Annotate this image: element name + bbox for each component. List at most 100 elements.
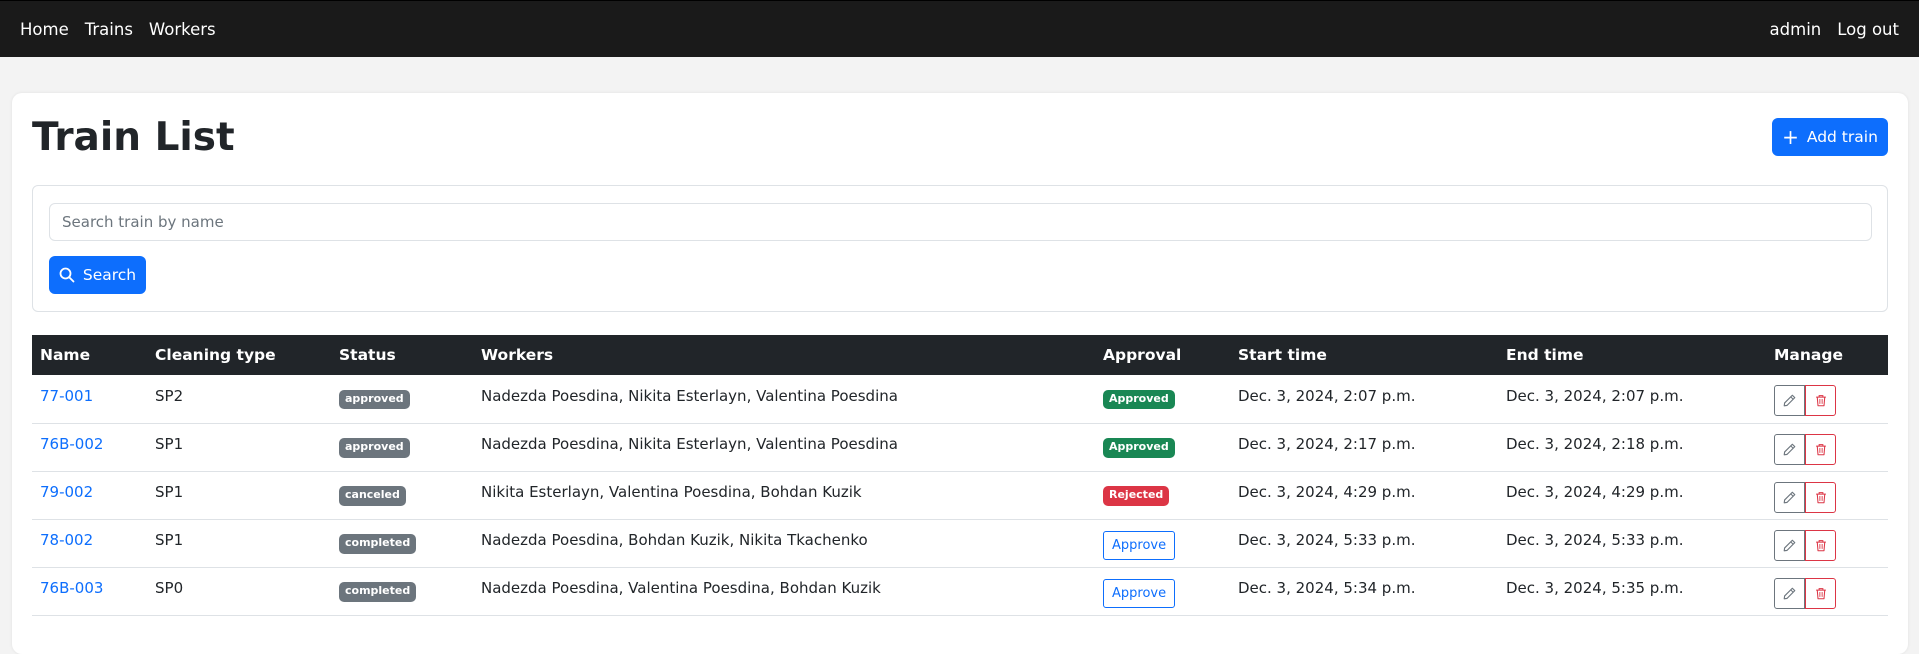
cleaning-type-text: SP1: [155, 483, 184, 501]
column-header-end-time: End time: [1506, 346, 1584, 364]
start-time-text: Dec. 3, 2024, 2:07 p.m.: [1238, 386, 1416, 405]
cell-start-time: Dec. 3, 2024, 2:17 p.m.: [1230, 423, 1498, 471]
table-row: 78-002 SP1 completed Nadezda Poesdina, B…: [32, 519, 1888, 567]
approval-badge: Rejected: [1103, 486, 1170, 506]
column-header-approval: Approval: [1103, 346, 1182, 364]
column-header-start-time: Start time: [1238, 346, 1327, 364]
approval-badge: Approved: [1103, 438, 1175, 458]
workers-text: Nadezda Poesdina, Nikita Esterlayn, Vale…: [481, 435, 898, 453]
edit-button[interactable]: [1774, 529, 1805, 561]
status-badge: completed: [339, 534, 417, 554]
page-title: Train List: [32, 115, 235, 160]
search-input[interactable]: [49, 203, 1872, 241]
cell-workers: Nadezda Poesdina, Nikita Esterlayn, Vale…: [473, 375, 1095, 423]
cell-approval: Approve: [1095, 519, 1230, 567]
add-train-label: Add train: [1806, 128, 1878, 146]
cell-name: 76B-003: [32, 567, 147, 615]
cell-status: canceled: [331, 471, 473, 519]
manage-button-group: [1774, 385, 1880, 417]
train-name-link[interactable]: 76B-003: [40, 579, 103, 597]
table-row: 77-001 SP2 approved Nadezda Poesdina, Ni…: [32, 375, 1888, 423]
status-badge: approved: [339, 390, 410, 410]
end-time-text: Dec. 3, 2024, 2:07 p.m.: [1506, 386, 1684, 405]
train-name-link[interactable]: 77-001: [40, 387, 93, 405]
column-header-manage: Manage: [1774, 346, 1843, 364]
column-header-cleaning-type: Cleaning type: [155, 346, 276, 364]
table-body: 77-001 SP2 approved Nadezda Poesdina, Ni…: [32, 375, 1888, 615]
pencil-icon: [1783, 587, 1796, 599]
column-header-status: Status: [339, 346, 396, 364]
add-train-button[interactable]: + Add train: [1772, 118, 1888, 156]
delete-button[interactable]: [1805, 481, 1836, 513]
train-name-link[interactable]: 76B-002: [40, 435, 103, 453]
cell-end-time: Dec. 3, 2024, 4:29 p.m.: [1498, 471, 1766, 519]
cleaning-type-text: SP0: [155, 579, 184, 597]
nav-link-trains[interactable]: Trains: [85, 20, 133, 39]
search-panel: Search: [32, 185, 1888, 312]
table-header-row: Name Cleaning type Status Workers Approval St…: [32, 335, 1888, 375]
workers-text: Nadezda Poesdina, Bohdan Kuzik, Nikita T…: [481, 531, 868, 549]
status-badge: canceled: [339, 486, 406, 506]
end-time-text: Dec. 3, 2024, 5:35 p.m.: [1506, 579, 1684, 597]
train-name-link[interactable]: 78-002: [40, 531, 93, 549]
cell-name: 76B-002: [32, 423, 147, 471]
cell-manage: [1766, 375, 1888, 423]
plus-icon: +: [1782, 125, 1799, 149]
search-button-label: Search: [82, 266, 137, 284]
cell-approval: Approve: [1095, 567, 1230, 615]
table-row: 79-002 SP1 canceled Nikita Esterlayn, Va…: [32, 471, 1888, 519]
nav-user-link[interactable]: admin: [1770, 20, 1822, 39]
train-name-link[interactable]: 79-002: [40, 483, 93, 501]
edit-button[interactable]: [1774, 433, 1805, 465]
pencil-icon: [1783, 539, 1796, 551]
cell-start-time: Dec. 3, 2024, 2:07 p.m.: [1230, 375, 1498, 423]
cell-status: approved: [331, 423, 473, 471]
approve-button[interactable]: Approve: [1103, 530, 1176, 560]
trash-icon: [1815, 539, 1826, 551]
nav-link-workers[interactable]: Workers: [149, 20, 216, 39]
start-time-text: Dec. 3, 2024, 5:34 p.m.: [1238, 579, 1416, 597]
nav-logout-link[interactable]: Log out: [1837, 20, 1899, 39]
start-time-text: Dec. 3, 2024, 4:29 p.m.: [1238, 483, 1416, 501]
delete-button[interactable]: [1805, 433, 1836, 465]
edit-button[interactable]: [1774, 481, 1805, 513]
cell-cleaning-type: SP2: [147, 375, 331, 423]
end-time-text: Dec. 3, 2024, 4:29 p.m.: [1506, 483, 1684, 501]
edit-button[interactable]: [1774, 577, 1805, 609]
cleaning-type-text: SP2: [155, 386, 184, 405]
cell-cleaning-type: SP1: [147, 471, 331, 519]
pencil-icon: [1783, 491, 1796, 503]
status-badge: completed: [339, 582, 417, 602]
nav-right: admin Log out: [1754, 20, 1899, 39]
workers-text: Nikita Esterlayn, Valentina Poesdina, Bo…: [481, 483, 862, 501]
cell-name: 77-001: [32, 375, 147, 423]
delete-button[interactable]: [1805, 529, 1836, 561]
start-time-text: Dec. 3, 2024, 2:17 p.m.: [1238, 435, 1416, 453]
delete-button[interactable]: [1805, 577, 1836, 609]
trash-icon: [1815, 587, 1826, 599]
cell-end-time: Dec. 3, 2024, 5:33 p.m.: [1498, 519, 1766, 567]
nav-link-home[interactable]: Home: [20, 20, 69, 39]
cell-name: 79-002: [32, 471, 147, 519]
cell-end-time: Dec. 3, 2024, 2:07 p.m.: [1498, 375, 1766, 423]
start-time-text: Dec. 3, 2024, 5:33 p.m.: [1238, 531, 1416, 549]
edit-button[interactable]: [1774, 385, 1805, 417]
cleaning-type-text: SP1: [155, 531, 184, 549]
cell-status: completed: [331, 519, 473, 567]
trash-icon: [1815, 395, 1826, 407]
cell-approval: Approved: [1095, 375, 1230, 423]
manage-button-group: [1774, 577, 1880, 609]
workers-text: Nadezda Poesdina, Nikita Esterlayn, Vale…: [481, 386, 898, 405]
cell-approval: Rejected: [1095, 471, 1230, 519]
table-row: 76B-002 SP1 approved Nadezda Poesdina, N…: [32, 423, 1888, 471]
cell-end-time: Dec. 3, 2024, 2:18 p.m.: [1498, 423, 1766, 471]
manage-button-group: [1774, 481, 1880, 513]
cell-approval: Approved: [1095, 423, 1230, 471]
approve-button[interactable]: Approve: [1103, 578, 1176, 608]
cell-workers: Nadezda Poesdina, Valentina Poesdina, Bo…: [473, 567, 1095, 615]
trash-icon: [1815, 491, 1826, 503]
workers-text: Nadezda Poesdina, Valentina Poesdina, Bo…: [481, 579, 881, 597]
delete-button[interactable]: [1805, 385, 1836, 417]
cell-manage: [1766, 567, 1888, 615]
search-button[interactable]: Search: [49, 256, 146, 294]
